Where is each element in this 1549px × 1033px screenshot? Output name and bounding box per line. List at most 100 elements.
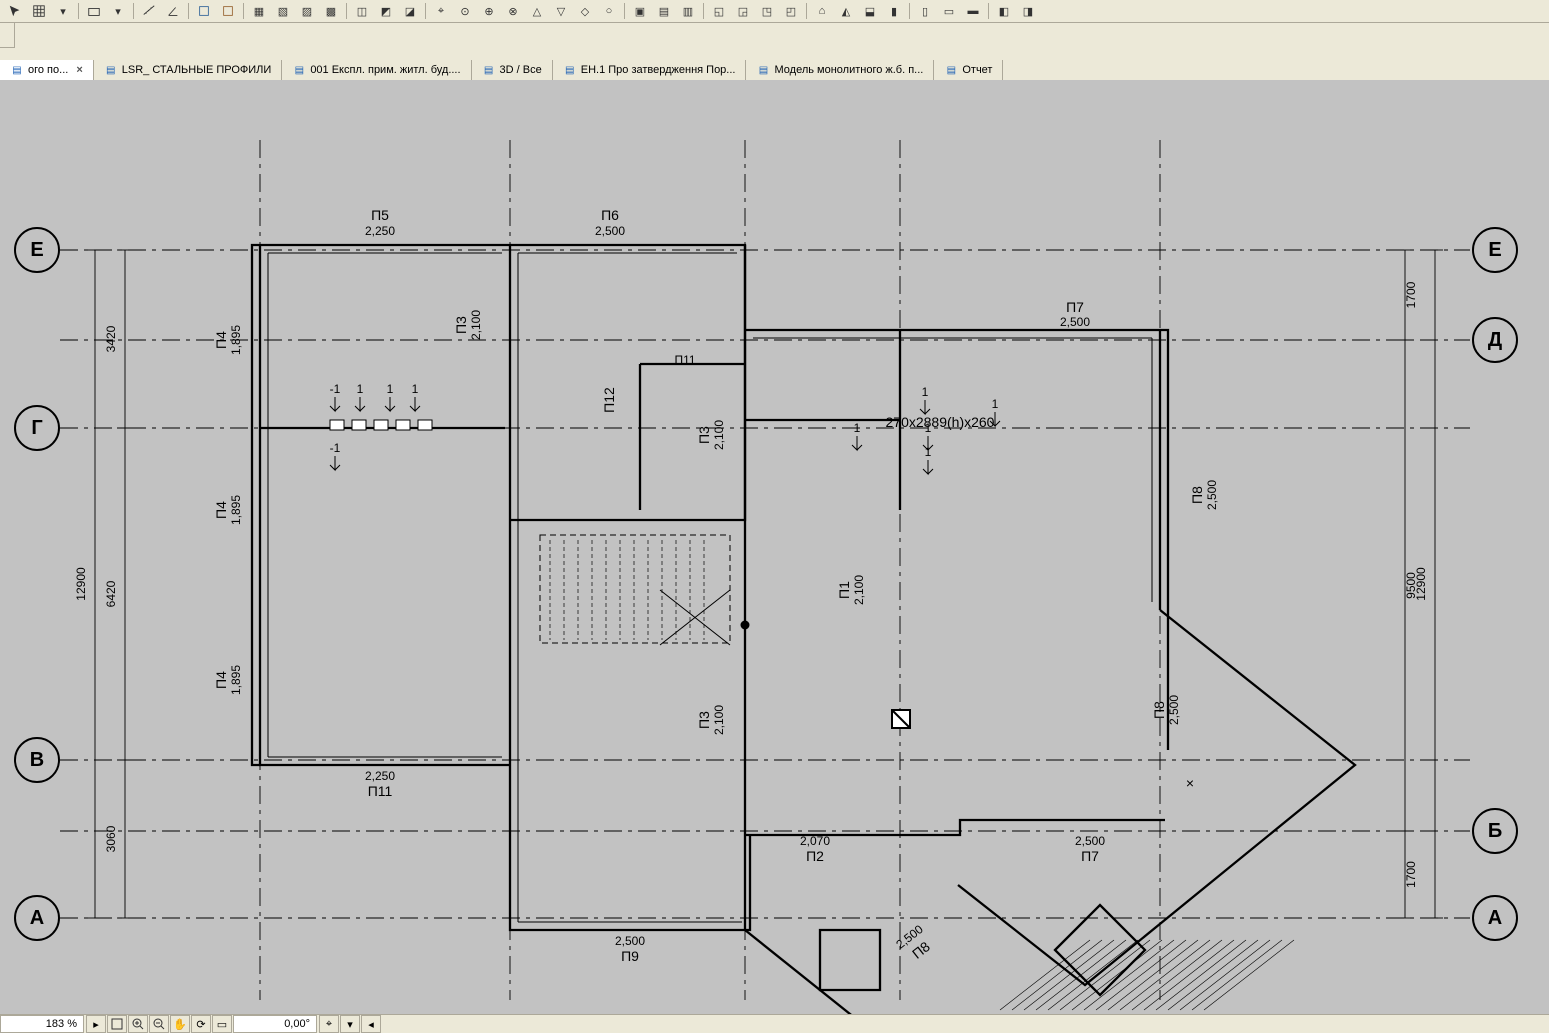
svg-text:12900: 12900 [74, 567, 88, 601]
pan-icon[interactable]: ✋ [170, 1015, 190, 1033]
tool-a[interactable]: ▦ [248, 1, 270, 21]
svg-text:-1: -1 [330, 441, 341, 455]
window-icon[interactable]: ▭ [212, 1015, 232, 1033]
tool-d[interactable]: ▩ [320, 1, 342, 21]
tab-label: ого по... [28, 64, 68, 76]
tool-u[interactable]: ◨ [1017, 1, 1039, 21]
svg-text:2,100: 2,100 [712, 420, 726, 450]
tool-dropdown[interactable]: ▾ [52, 1, 74, 21]
svg-text:Г: Г [31, 417, 42, 439]
zoom-ext-icon[interactable] [107, 1015, 127, 1033]
svg-text:П7: П7 [1081, 848, 1099, 864]
tool-3d[interactable]: ◭ [835, 1, 857, 21]
column-annotation: 270x2889(h)x260 [886, 414, 995, 430]
tool-k[interactable]: ◱ [708, 1, 730, 21]
tool-sect[interactable]: ⬓ [859, 1, 881, 21]
svg-text:П7: П7 [1066, 299, 1084, 315]
tool-edit-1[interactable] [193, 1, 215, 21]
svg-text:1: 1 [357, 382, 364, 396]
zoom-in-icon[interactable] [128, 1015, 148, 1033]
doc-tab-3[interactable]: ▤3D / Все [472, 60, 553, 80]
tab-icon: ▤ [10, 63, 24, 77]
tool-snap-8[interactable]: ○ [598, 1, 620, 21]
tool-e[interactable]: ◫ [351, 1, 373, 21]
document-tabs: ▤ого по...×▤LSR_ СТАЛЬНЫЕ ПРОФИЛИ▤001 Ек… [0, 60, 1549, 81]
staircase [540, 535, 749, 645]
mini-panel[interactable] [0, 22, 15, 48]
tool-m[interactable]: ◳ [756, 1, 778, 21]
svg-text:П3: П3 [696, 711, 712, 729]
tool-snap-4[interactable]: ⊗ [502, 1, 524, 21]
svg-text:В: В [30, 749, 44, 771]
svg-text:А: А [30, 907, 44, 929]
tool-snap-3[interactable]: ⊕ [478, 1, 500, 21]
svg-text:П3: П3 [696, 426, 712, 444]
tool-home[interactable]: ⌂ [811, 1, 833, 21]
svg-text:1: 1 [992, 397, 999, 411]
tab-icon: ▤ [292, 63, 306, 77]
tab-close-icon[interactable]: × [76, 64, 82, 76]
orbit-icon[interactable]: ⟳ [191, 1015, 211, 1033]
svg-text:П4: П4 [213, 501, 229, 519]
tool-g[interactable]: ◪ [399, 1, 421, 21]
tab-icon: ▤ [563, 63, 577, 77]
angle-field[interactable]: 0,00° [233, 1015, 317, 1033]
zoom-out-icon[interactable] [149, 1015, 169, 1033]
tool-b[interactable]: ▧ [272, 1, 294, 21]
angle-prev-icon[interactable]: ◂ [361, 1015, 381, 1033]
svg-text:1700: 1700 [1404, 281, 1418, 308]
tool-p[interactable]: ▮ [883, 1, 905, 21]
svg-text:2,500: 2,500 [1075, 834, 1105, 848]
zoom-play-icon[interactable]: ▸ [86, 1015, 106, 1033]
doc-tab-0[interactable]: ▤ ого по... × [0, 60, 94, 80]
status-bar: 183 % ▸ ✋ ⟳ ▭ 0,00° ⌖ ▾ ◂ [0, 1014, 1549, 1033]
svg-text:П8: П8 [1151, 701, 1167, 719]
svg-text:-1: -1 [330, 382, 341, 396]
tool-snap-5[interactable]: △ [526, 1, 548, 21]
tool-i[interactable]: ▤ [653, 1, 675, 21]
tool-q[interactable]: ▯ [914, 1, 936, 21]
tab-label: Модель монолитного ж.б. п... [774, 64, 923, 76]
doc-tab-2[interactable]: ▤001 Експл. прим. житл. буд.... [282, 60, 471, 80]
tool-grid[interactable] [28, 1, 50, 21]
tool-dropdown-2[interactable]: ▾ [107, 1, 129, 21]
svg-text:2,100: 2,100 [852, 575, 866, 605]
doc-tab-1[interactable]: ▤LSR_ СТАЛЬНЫЕ ПРОФИЛИ [94, 60, 283, 80]
svg-text:П1: П1 [836, 581, 852, 599]
tool-h[interactable]: ▣ [629, 1, 651, 21]
tool-snap-6[interactable]: ▽ [550, 1, 572, 21]
doc-tab-6[interactable]: ▤Отчет [934, 60, 1003, 80]
tool-c[interactable]: ▨ [296, 1, 318, 21]
zoom-field[interactable]: 183 % [0, 1015, 84, 1033]
doc-tab-5[interactable]: ▤Модель монолитного ж.б. п... [746, 60, 934, 80]
svg-text:П5: П5 [371, 207, 389, 223]
tool-n[interactable]: ◰ [780, 1, 802, 21]
svg-text:9500: 9500 [1404, 572, 1418, 599]
tool-measure[interactable] [138, 1, 160, 21]
tool-r[interactable]: ▭ [938, 1, 960, 21]
tab-label: LSR_ СТАЛЬНЫЕ ПРОФИЛИ [122, 64, 272, 76]
tool-s[interactable]: ▬ [962, 1, 984, 21]
svg-text:П6: П6 [601, 207, 619, 223]
tool-select[interactable] [4, 1, 26, 21]
tool-angle[interactable] [162, 1, 184, 21]
tool-l[interactable]: ◲ [732, 1, 754, 21]
tool-edit-2[interactable] [217, 1, 239, 21]
tool-snap-7[interactable]: ◇ [574, 1, 596, 21]
tool-t[interactable]: ◧ [993, 1, 1015, 21]
svg-text:А: А [1488, 907, 1502, 929]
tool-snap-2[interactable]: ⊙ [454, 1, 476, 21]
svg-text:П2: П2 [806, 848, 824, 864]
svg-text:1,895: 1,895 [229, 665, 243, 695]
tool-layer[interactable] [83, 1, 105, 21]
drawing-viewport[interactable]: ЕГВА ЕДБА 12900342064203060 129001700950… [0, 80, 1549, 1015]
tab-label: ЕН.1 Про затвердження Пор... [581, 64, 736, 76]
doc-tab-4[interactable]: ▤ ЕН.1 Про затвердження Пор... [553, 60, 747, 80]
angle-set-icon[interactable]: ▾ [340, 1015, 360, 1033]
tool-snap-1[interactable]: ⌖ [430, 1, 452, 21]
svg-text:Е: Е [30, 239, 43, 261]
svg-text:2,500: 2,500 [1167, 695, 1181, 725]
tool-f[interactable]: ◩ [375, 1, 397, 21]
tool-j[interactable]: ▥ [677, 1, 699, 21]
angle-target-icon[interactable]: ⌖ [319, 1015, 339, 1033]
